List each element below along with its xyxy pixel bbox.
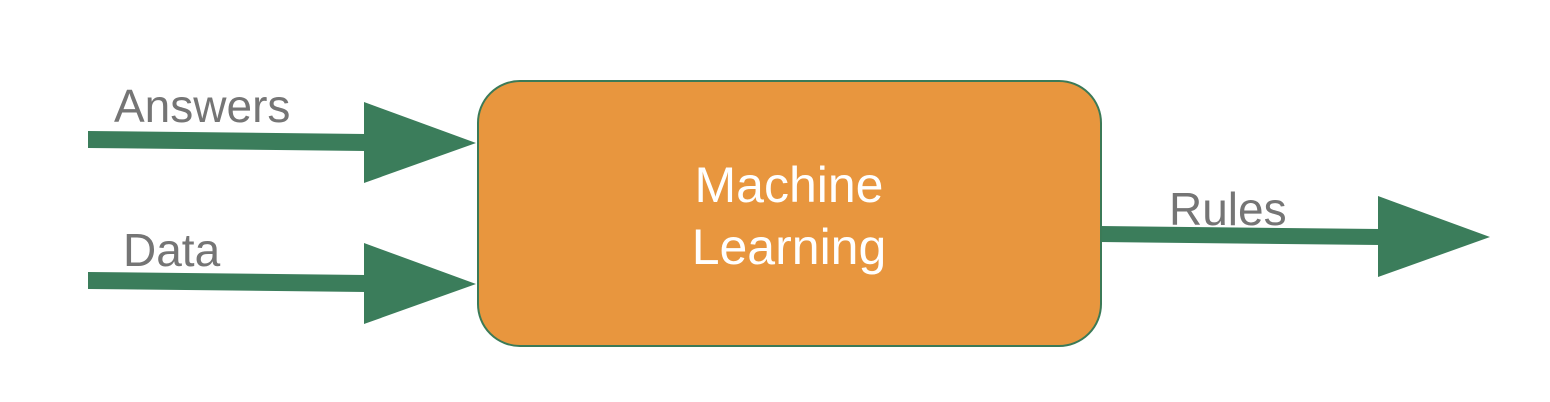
diagram-canvas: Machine Learning Answers Data Rules [0, 0, 1550, 402]
box-label-line2: Learning [692, 219, 887, 275]
answers-arrow-shaft [88, 131, 366, 151]
data-label: Data [123, 224, 221, 276]
answers-label: Answers [114, 80, 290, 132]
rules-label: Rules [1169, 183, 1287, 235]
box-label-line1: Machine [695, 157, 884, 213]
data-arrow-head [364, 243, 476, 324]
machine-learning-box [477, 80, 1102, 347]
ml-diagram: Machine Learning Answers Data Rules [88, 80, 1490, 347]
rules-arrow [1100, 196, 1490, 277]
rules-arrow-head [1378, 196, 1490, 277]
answers-arrow-head [364, 102, 476, 183]
